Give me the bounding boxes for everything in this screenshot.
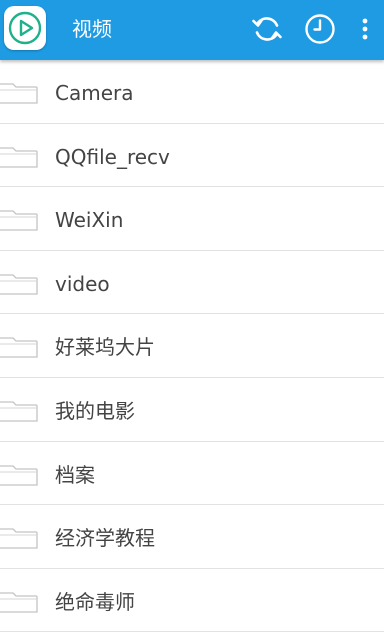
folder-icon [0,274,38,295]
folder-icon [0,146,38,168]
video-app: 视频 Camera QQfile_recv WeiXin video 好莱坞大片… [0,0,384,640]
folder-name: 经济学教程 [55,526,155,551]
folder-row[interactable]: Camera [0,60,384,124]
folder-icon [0,210,38,231]
folder-row[interactable]: video [0,251,384,315]
folder-name: 好莱坞大片 [55,335,155,360]
overflow-menu-button[interactable] [350,10,380,48]
folder-icon [0,337,38,359]
history-button[interactable] [302,10,338,48]
folder-name: 我的电影 [55,398,135,423]
folder-icon [0,592,38,613]
folder-row[interactable]: 好莱坞大片 [0,314,384,378]
refresh-button[interactable] [249,10,285,48]
page-title: 视频 [72,17,112,41]
folder-row[interactable]: 绝命毒师 [0,569,384,633]
folder-icon [0,83,38,104]
folder-icon [0,464,38,486]
top-app-bar: 视频 [0,0,384,60]
refresh-icon [252,17,282,41]
more-vert-icon [362,18,368,40]
folder-row[interactable]: 经济学教程 [0,505,384,569]
folder-icon [0,528,38,549]
folder-name: 绝命毒师 [55,589,135,614]
folder-row[interactable]: QQfile_recv [0,124,384,188]
play-icon [8,11,42,45]
folder-name: Camera [55,81,134,105]
folder-icon [0,401,38,422]
folder-name: video [55,271,110,296]
folder-name: WeiXin [55,208,124,233]
folder-row[interactable]: WeiXin [0,187,384,251]
folder-name: QQfile_recv [55,144,170,169]
history-clock-icon [305,14,335,44]
folder-row[interactable]: 我的电影 [0,378,384,442]
folder-list: Camera QQfile_recv WeiXin video 好莱坞大片 我的… [0,60,384,633]
app-logo-play-icon[interactable] [4,6,46,50]
folder-name: 档案 [55,462,95,487]
folder-row[interactable]: 档案 [0,442,384,506]
